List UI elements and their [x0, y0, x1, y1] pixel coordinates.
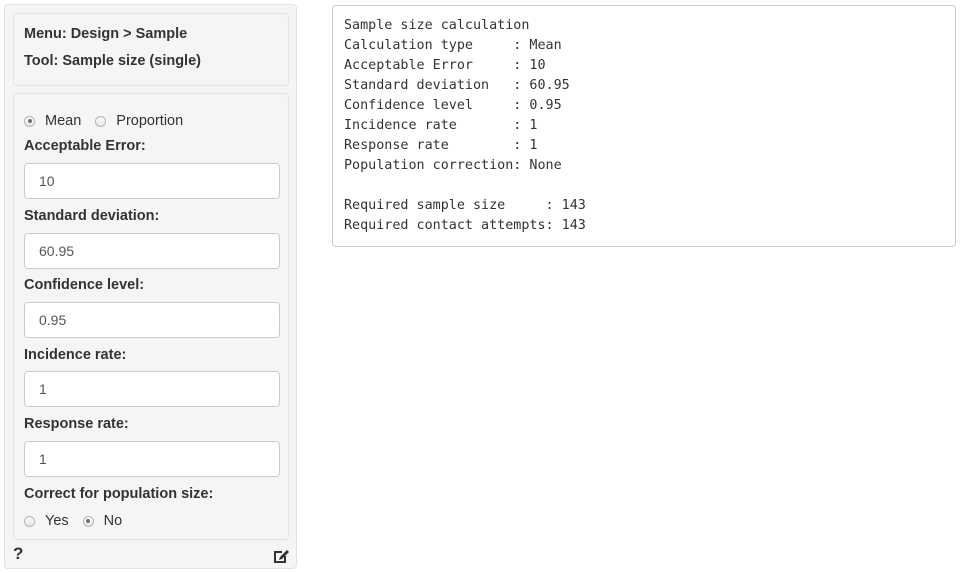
- radio-button-proportion[interactable]: [95, 115, 107, 127]
- calculation-type-radio-group: Mean Proportion: [24, 113, 197, 129]
- standard-deviation-label: Standard deviation:: [24, 208, 160, 224]
- output-line: Sample size calculation: [344, 18, 530, 33]
- menu-path: Menu: Design > Sample: [24, 26, 188, 42]
- sidebar-panel: Menu: Design > Sample Tool: Sample size …: [4, 4, 297, 569]
- results-output: Sample size calculation Calculation type…: [332, 5, 956, 247]
- acceptable-error-label: Acceptable Error:: [24, 138, 146, 154]
- tool-name: Tool: Sample size (single): [24, 53, 201, 69]
- radio-button-yes[interactable]: [24, 515, 35, 527]
- edit-icon[interactable]: [272, 547, 290, 565]
- radio-label-mean: Mean: [45, 113, 82, 129]
- radio-mean[interactable]: Mean: [24, 113, 81, 129]
- output-line: Incidence rate : 1: [344, 118, 538, 133]
- incidence-rate-input[interactable]: [24, 371, 280, 407]
- radio-no[interactable]: No: [82, 513, 123, 529]
- population-correction-radio-group: Yes No: [24, 513, 136, 529]
- response-rate-input[interactable]: [24, 441, 280, 477]
- population-correction-label: Correct for population size:: [24, 486, 214, 502]
- acceptable-error-input[interactable]: [24, 163, 280, 199]
- radio-proportion[interactable]: Proportion: [95, 113, 183, 129]
- output-line: Required contact attempts: 143: [344, 218, 586, 233]
- output-line: Confidence level : 0.95: [344, 98, 562, 113]
- confidence-level-input[interactable]: [24, 302, 280, 338]
- radio-button-mean[interactable]: [24, 115, 35, 127]
- tool-info-box: Menu: Design > Sample Tool: Sample size …: [13, 13, 289, 86]
- output-line: Standard deviation : 60.95: [344, 78, 570, 93]
- response-rate-label: Response rate:: [24, 416, 129, 432]
- standard-deviation-input[interactable]: [24, 233, 280, 269]
- radio-label-yes: Yes: [45, 513, 69, 529]
- output-line: Calculation type : Mean: [344, 38, 562, 53]
- incidence-rate-label: Incidence rate:: [24, 347, 127, 363]
- input-form: Mean Proportion Acceptable Error: Standa…: [13, 93, 289, 540]
- radio-button-no[interactable]: [82, 515, 94, 527]
- radio-yes[interactable]: Yes: [24, 513, 69, 529]
- question-mark-icon[interactable]: ?: [13, 544, 23, 564]
- radio-label-no: No: [103, 513, 123, 529]
- output-line: Acceptable Error : 10: [344, 58, 546, 73]
- radio-label-proportion: Proportion: [116, 113, 184, 129]
- output-line: Population correction: None: [344, 158, 562, 173]
- output-line: Required sample size : 143: [344, 198, 586, 213]
- confidence-level-label: Confidence level:: [24, 277, 145, 293]
- output-line: Response rate : 1: [344, 138, 538, 153]
